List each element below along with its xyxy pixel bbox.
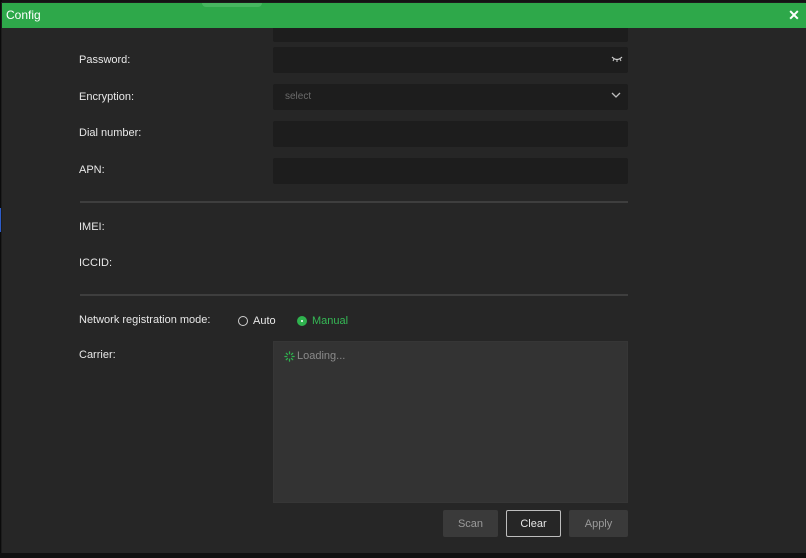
- carrier-label: Carrier:: [79, 349, 116, 361]
- section-divider: [80, 294, 628, 296]
- clear-button[interactable]: Clear: [506, 510, 561, 537]
- radio-manual-label: Manual: [312, 315, 349, 327]
- scan-button[interactable]: Scan: [443, 510, 498, 537]
- app-bottom-edge: [0, 553, 806, 558]
- chevron-down-icon: [611, 92, 621, 98]
- apply-button[interactable]: Apply: [569, 510, 628, 537]
- dialog-content: Password: Encryption: select Dial number…: [2, 28, 806, 556]
- encryption-placeholder: select: [285, 91, 312, 102]
- carrier-list[interactable]: Loading...: [273, 341, 628, 503]
- password-field[interactable]: [273, 47, 628, 73]
- radio-auto-indicator: [238, 316, 248, 326]
- network-mode-label: Network registration mode:: [79, 314, 211, 326]
- eye-hidden-icon[interactable]: [611, 54, 623, 64]
- apn-label: APN:: [79, 164, 105, 176]
- password-label: Password:: [79, 54, 131, 66]
- imei-label: IMEI:: [79, 221, 105, 233]
- carrier-loading-text: Loading...: [297, 350, 346, 362]
- iccid-label: ICCID:: [79, 257, 112, 269]
- radio-auto[interactable]: Auto: [238, 313, 276, 329]
- close-icon[interactable]: ✕: [787, 6, 801, 24]
- dial-number-label: Dial number:: [79, 127, 142, 139]
- carrier-loading: Loading...: [284, 350, 345, 362]
- apn-field[interactable]: [273, 158, 628, 184]
- config-dialog: Config ✕ Password: Encryption: select Di…: [1, 2, 806, 556]
- spinner-icon: [284, 350, 295, 362]
- titlebar-notch: [202, 3, 262, 7]
- dialog-titlebar[interactable]: Config ✕: [2, 3, 806, 28]
- dial-number-field[interactable]: [273, 121, 628, 147]
- radio-manual-indicator: [297, 316, 307, 326]
- radio-auto-label: Auto: [253, 315, 276, 327]
- username-field[interactable]: [273, 28, 628, 42]
- encryption-label: Encryption:: [79, 91, 135, 103]
- encryption-select[interactable]: select: [273, 84, 628, 110]
- dialog-title: Config: [6, 8, 41, 22]
- radio-manual[interactable]: Manual: [297, 313, 348, 329]
- section-divider: [80, 201, 628, 203]
